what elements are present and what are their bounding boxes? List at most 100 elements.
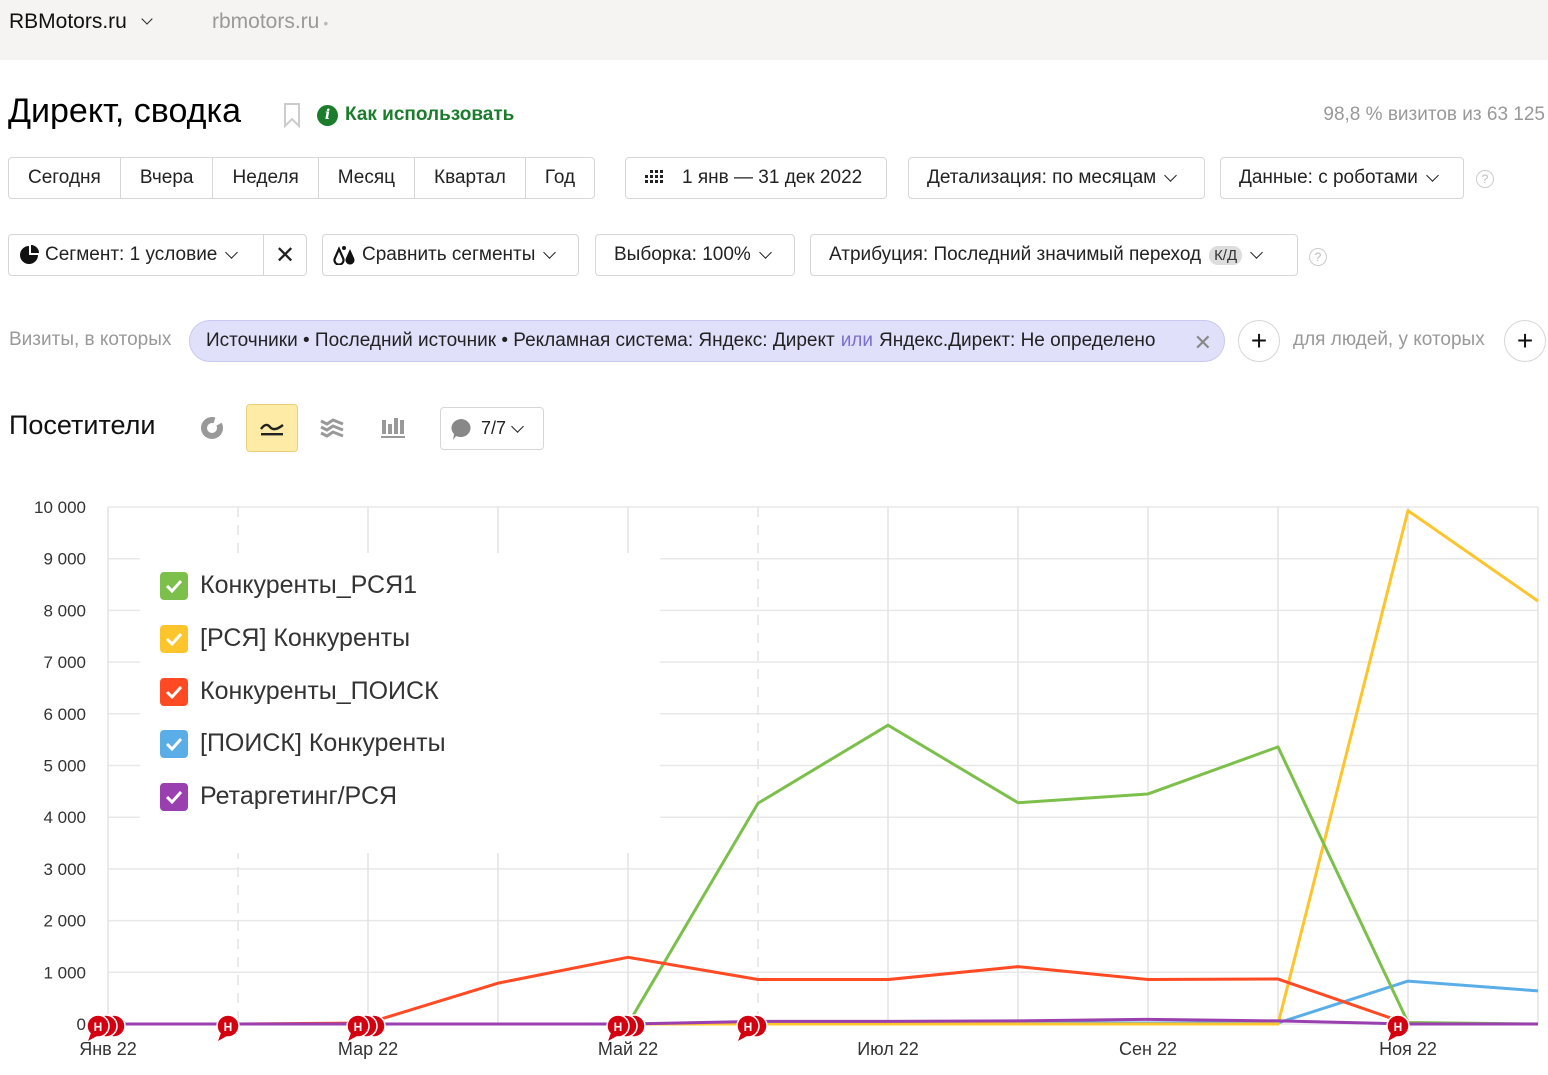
note-label: Н [224, 1020, 233, 1034]
series-line [108, 955, 1538, 1026]
visits-share: 98,8 % визитов из 63 125 [1323, 104, 1545, 125]
legend-item[interactable]: Ретаргетинг/РСЯ [160, 782, 397, 811]
chart-type-pie-button[interactable] [186, 404, 238, 452]
notes-count: 7/7 [481, 418, 507, 438]
plus-icon: + [1516, 325, 1534, 356]
period-week-button[interactable]: Неделя [213, 158, 319, 198]
compare-segments-button[interactable]: Сравнить сегменты [322, 234, 579, 276]
filter-chip-or: или [840, 330, 874, 351]
legend-item[interactable]: [РСЯ] Конкуренты [160, 624, 410, 653]
counter-selector[interactable]: RBMotors.ru [9, 10, 153, 34]
legend-label: [ПОИСК] Конкуренты [200, 729, 446, 757]
help-icon[interactable]: ? [1476, 170, 1494, 188]
y-tick-label: 10 000 [34, 498, 86, 517]
checkbox-checked-icon [160, 729, 188, 758]
period-yesterday-button[interactable]: Вчера [121, 158, 214, 198]
counter-site-label: rbmotors.ru [212, 10, 320, 33]
note-label: Н [94, 1020, 103, 1034]
remove-filter-icon[interactable]: ✕ [1194, 330, 1212, 356]
note-marker: Н [736, 1014, 768, 1041]
y-tick-label: 3 000 [43, 860, 86, 879]
x-tick-label: Мар 22 [338, 1039, 398, 1059]
chart-section-title: Посетители [9, 410, 156, 440]
series-line [108, 979, 1539, 1026]
chevron-down-icon [543, 246, 557, 259]
stacked-area-icon [320, 418, 344, 438]
attribution-dropdown[interactable]: Атрибуция: Последний значимый переход К/… [810, 234, 1298, 276]
y-axis-ticks: 0 1 000 2 000 3 000 4 000 5 000 6 000 7 000 8 00… [34, 498, 86, 1034]
visits-filter-label: Визиты, в которых [9, 329, 172, 350]
y-tick-label: 6 000 [43, 705, 86, 724]
counter-site[interactable]: rbmotors.ru • [212, 10, 328, 34]
bar-chart-icon [381, 418, 405, 438]
chevron-down-icon [758, 246, 772, 259]
comment-icon [451, 418, 471, 440]
date-range-button[interactable]: 1 янв — 31 дек 2022 [625, 157, 887, 199]
filter-chip-condition-2: Яндекс.Директ: Не определено [879, 330, 1156, 351]
chevron-down-icon [1426, 169, 1439, 182]
legend-item[interactable]: [ПОИСК] Конкуренты [160, 729, 446, 758]
note-label: Н [744, 1020, 753, 1034]
x-tick-label: Май 22 [598, 1039, 658, 1059]
legend-item[interactable]: Конкуренты_ПОИСК [160, 677, 439, 706]
sample-dropdown[interactable]: Выборка: 100% [595, 234, 795, 276]
legend-label: Ретаргетинг/РСЯ [200, 782, 398, 810]
chevron-down-icon [1250, 246, 1264, 259]
drops-icon [333, 246, 355, 265]
bookmark-icon[interactable] [283, 102, 301, 128]
chevron-down-icon [141, 13, 153, 25]
segment-dropdown[interactable]: Сегмент: 1 условие [9, 235, 264, 275]
attribution-dropdown-label: Атрибуция: Последний значимый переход [829, 244, 1202, 265]
x-tick-label: Ноя 22 [1379, 1039, 1437, 1059]
how-to-use-link[interactable]: i Как использовать [317, 104, 514, 126]
page-title: Директ, сводка [8, 92, 242, 130]
y-tick-label: 1 000 [43, 963, 86, 982]
chart-type-line-button[interactable] [246, 404, 298, 452]
people-filter-label: для людей, у которых [1293, 329, 1485, 350]
period-today-button[interactable]: Сегодня [9, 158, 121, 198]
calendar-icon [645, 170, 663, 183]
y-tick-label: 5 000 [43, 757, 86, 776]
detail-dropdown-label: Детализация: по месяцам [927, 167, 1157, 188]
y-tick-label: 9 000 [43, 550, 86, 569]
notes-dropdown[interactable]: 7/7 [440, 407, 544, 450]
filter-chip[interactable]: Источники • Последний источник • Рекламн… [189, 320, 1225, 362]
note-label: Н [1394, 1020, 1403, 1034]
chart-type-area-button[interactable] [306, 404, 358, 452]
legend-item[interactable]: Конкуренты_РСЯ1 [160, 571, 417, 600]
detail-dropdown[interactable]: Детализация: по месяцам [908, 157, 1205, 199]
sample-dropdown-label: Выборка: 100% [614, 244, 751, 265]
info-icon: i [317, 104, 338, 126]
pie-segment-icon [20, 245, 39, 264]
help-icon[interactable]: ? [1309, 248, 1327, 266]
legend-label: [РСЯ] Конкуренты [200, 624, 411, 652]
checkbox-checked-icon [160, 624, 188, 653]
chevron-down-icon [511, 419, 524, 433]
data-dropdown-label: Данные: с роботами [1239, 167, 1418, 188]
chart-type-bar-button[interactable] [366, 404, 418, 452]
clear-segment-button[interactable]: ✕ [264, 241, 306, 270]
x-axis-ticks: Янв 22 Мар 22 Май 22 Июл 22 Сен 22 Ноя 22 [79, 1039, 1437, 1059]
period-year-button[interactable]: Год [526, 158, 594, 198]
compare-segments-label: Сравнить сегменты [362, 244, 536, 265]
line-chart-icon [260, 423, 284, 436]
add-people-condition-button[interactable]: + [1504, 320, 1546, 362]
note-marker: Н [346, 1014, 386, 1041]
attribution-badge: К/Д [1209, 245, 1243, 265]
note-marker: Н [86, 1014, 126, 1041]
checkbox-checked-icon [160, 571, 188, 600]
chevron-down-icon [1164, 169, 1178, 182]
note-label: Н [354, 1020, 363, 1034]
legend-label: Конкуренты_РСЯ1 [200, 571, 418, 599]
checkbox-checked-icon [160, 677, 188, 706]
period-quarter-button[interactable]: Квартал [415, 158, 526, 198]
add-visit-condition-button[interactable]: + [1238, 320, 1280, 362]
y-tick-label: 2 000 [43, 912, 86, 931]
period-month-button[interactable]: Месяц [319, 158, 416, 198]
top-bar: RBMotors.ru rbmotors.ru • [0, 0, 1548, 60]
plus-icon: + [1250, 325, 1268, 356]
chart-legend: Конкуренты_РСЯ1 [РСЯ] Конкуренты Конкуре… [140, 553, 660, 853]
data-dropdown[interactable]: Данные: с роботами [1220, 157, 1464, 199]
note-marker: Н [606, 1014, 646, 1041]
note-label: Н [614, 1020, 623, 1034]
